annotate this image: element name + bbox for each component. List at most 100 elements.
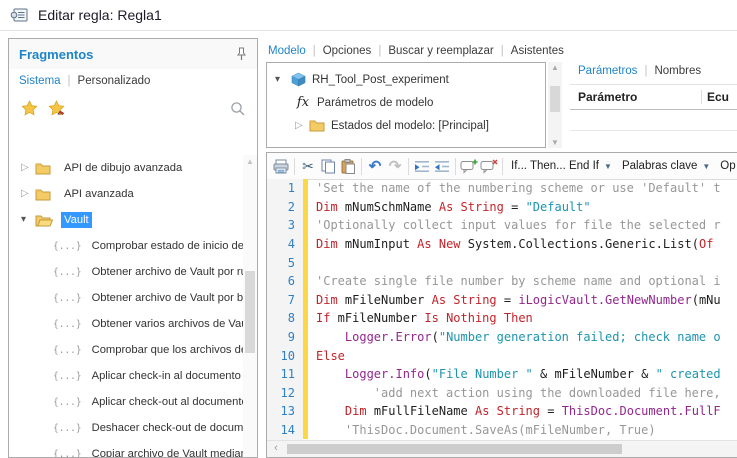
model-states-row[interactable]: ▷ Estados del modelo: [Principal] [267, 114, 545, 137]
snippets-scrollbar[interactable]: ▲ [243, 155, 257, 457]
model-tree: ▾ RH_Tool_Post_experiment fx Parámetros … [266, 62, 546, 148]
code-line[interactable]: 6 'Create single file number by scheme na… [267, 271, 737, 291]
operadores-button[interactable]: Op [715, 160, 737, 172]
scrollbar-thumb[interactable] [245, 271, 255, 353]
print-icon[interactable] [271, 156, 291, 176]
scroll-up-icon[interactable]: ▲ [243, 157, 257, 166]
dropdown-caret-icon: ▼ [604, 161, 612, 171]
chevron-collapsed-icon[interactable]: ▷ [295, 120, 309, 131]
tab-nombres[interactable]: Nombres [654, 65, 701, 77]
redo-icon[interactable]: ↷ [385, 156, 405, 176]
operadores-label: Op [720, 160, 736, 172]
scroll-down-icon[interactable]: ▼ [548, 138, 562, 147]
tree-item-label: Obtener archivo de Vault por rut [91, 266, 243, 278]
tree-snippet-item[interactable]: {...} Aplicar check-in al documento ac [9, 363, 243, 389]
code-line[interactable]: 4 Dim mNumInput As New System.Collections… [267, 234, 737, 254]
snippets-toolbar [9, 93, 257, 123]
tree-item-label: Vault [61, 212, 92, 228]
scroll-up-icon[interactable]: ▲ [548, 63, 562, 72]
tree-folder-item[interactable]: ▷ API de dibujo avanzada [9, 155, 243, 181]
code-line[interactable]: 9 Logger.Error("Number generation failed… [267, 327, 737, 347]
chevron-expanded-icon[interactable]: ▾ [21, 215, 35, 225]
tree-snippet-item[interactable]: {...} Comprobar que los archivos de V [9, 337, 243, 363]
code-line[interactable]: 2 Dim mNumSchmName As String = "Default" [267, 197, 737, 217]
model-root-row[interactable]: ▾ RH_Tool_Post_experiment [267, 68, 545, 91]
outdent-icon[interactable] [432, 156, 452, 176]
snippet-braces-icon: {...} [53, 292, 82, 304]
pin-icon[interactable] [236, 47, 247, 61]
model-tree-scrollbar[interactable]: ▲ ▼ [548, 62, 562, 148]
edit-star-icon[interactable] [48, 100, 67, 116]
snippets-panel-title: Fragmentos [19, 46, 94, 62]
tab-buscar-y-reemplazar[interactable]: Buscar y reemplazar [388, 45, 493, 57]
undo-icon[interactable]: ↶ [365, 156, 385, 176]
indent-icon[interactable] [412, 156, 432, 176]
code-line[interactable]: 7 Dim mFileNumber As String = iLogicVault… [267, 290, 737, 310]
tab-opciones[interactable]: Opciones [323, 45, 372, 57]
tree-snippet-item[interactable]: {...} Aplicar check-out al documento a [9, 389, 243, 415]
horizontal-scrollbar[interactable]: ‹ [267, 440, 737, 457]
changed-line-bar [303, 364, 308, 384]
tab-sistema[interactable]: Sistema [19, 75, 61, 87]
tree-snippet-item[interactable]: {...} Obtener varios archivos de Vault [9, 311, 243, 337]
tree-folder-item[interactable]: ▾ Vault [9, 207, 243, 233]
chevron-expanded-icon[interactable]: ▾ [275, 74, 289, 85]
tree-snippet-item[interactable]: {...} Comprobar estado de inicio de se [9, 233, 243, 259]
search-icon[interactable] [230, 101, 245, 116]
snippets-panel: Fragmentos Sistema | Personalizado ▷ API … [8, 38, 258, 458]
tree-item-label: Aplicar check-out al documento a [91, 396, 243, 408]
tab-parametros[interactable]: Parámetros [578, 65, 637, 77]
changed-line-bar [303, 253, 308, 272]
tree-item-label: API avanzada [64, 188, 134, 200]
code-line[interactable]: 12 'add next action using the downloaded… [267, 383, 737, 403]
code-text: 'add next action using the downloaded fi… [316, 385, 721, 400]
tree-folder-item[interactable]: ▷ API avanzada [9, 181, 243, 207]
code-line[interactable]: 14 'ThisDoc.Document.SaveAs(mFileNumber,… [267, 420, 737, 440]
changed-line-bar [303, 290, 308, 310]
snippet-braces-icon: {...} [53, 240, 82, 252]
paste-icon[interactable] [338, 156, 358, 176]
tree-snippet-item[interactable]: {...} Obtener archivo de Vault por bús [9, 285, 243, 311]
code-line[interactable]: 5 [267, 253, 737, 272]
favorites-star-icon[interactable] [21, 100, 38, 116]
model-params-label: Parámetros de modelo [317, 96, 434, 109]
scrollbar-thumb[interactable] [287, 444, 622, 454]
code-text: Logger.Info("File Number " & mFileNumber… [344, 367, 721, 382]
add-comment-icon[interactable] [459, 156, 479, 176]
tree-snippet-item[interactable]: {...} Copiar archivo de Vault mediante [9, 441, 243, 457]
remove-comment-icon[interactable] [479, 156, 499, 176]
snippets-tabs: Sistema | Personalizado [9, 69, 257, 93]
code-line[interactable]: 11 Logger.Info("File Number " & mFileNum… [267, 364, 737, 384]
toolbar-separator [361, 157, 362, 175]
params-empty-row[interactable] [570, 110, 737, 131]
changed-line-bar [303, 271, 308, 291]
fx-icon: fx [296, 95, 310, 110]
tree-item-label: Aplicar check-in al documento ac [91, 370, 243, 382]
model-params-row[interactable]: fx Parámetros de modelo [267, 91, 545, 114]
cut-icon[interactable]: ✂ [298, 156, 318, 176]
chevron-collapsed-icon[interactable]: ▷ [21, 189, 35, 199]
tab-modelo[interactable]: Modelo [268, 45, 306, 57]
if-then-endif-button[interactable]: If... Then... End If ▼ [506, 160, 617, 172]
code-line[interactable]: 13 Dim mFullFileName As String = ThisDoc… [267, 402, 737, 421]
tab-asistentes[interactable]: Asistentes [511, 45, 564, 57]
code-line[interactable]: 8 If mFileNumber Is Nothing Then [267, 309, 737, 328]
tree-snippet-item[interactable]: {...} Obtener archivo de Vault por rut [9, 259, 243, 285]
line-number: 1 [287, 181, 295, 196]
changed-line-bar [303, 383, 308, 403]
chevron-collapsed-icon[interactable]: ▷ [21, 163, 35, 173]
code-text: Dim mFileNumber As String = iLogicVault.… [316, 292, 721, 307]
tree-snippet-item[interactable]: {...} Deshacer check-out de documen [9, 415, 243, 441]
tab-personalizado[interactable]: Personalizado [78, 75, 151, 87]
scrollbar-thumb[interactable] [550, 86, 560, 112]
palabras-clave-button[interactable]: Palabras clave ▼ [617, 160, 715, 172]
code-text: 'ThisDoc.Document.SaveAs(mFileNumber, Tr… [316, 423, 656, 438]
code-line[interactable]: 3 'Optionally collect input values for fi… [267, 216, 737, 235]
changed-line-bar [303, 197, 308, 217]
code-line[interactable]: 10 Else [267, 346, 737, 365]
scroll-left-icon[interactable]: ‹ [269, 442, 283, 454]
code-line[interactable]: 1 'Set the name of the numbering scheme o… [267, 179, 737, 198]
copy-icon[interactable] [318, 156, 338, 176]
code-area[interactable]: 1 'Set the name of the numbering scheme o… [267, 179, 737, 441]
code-text: 'Set the name of the numbering scheme or… [316, 181, 721, 196]
